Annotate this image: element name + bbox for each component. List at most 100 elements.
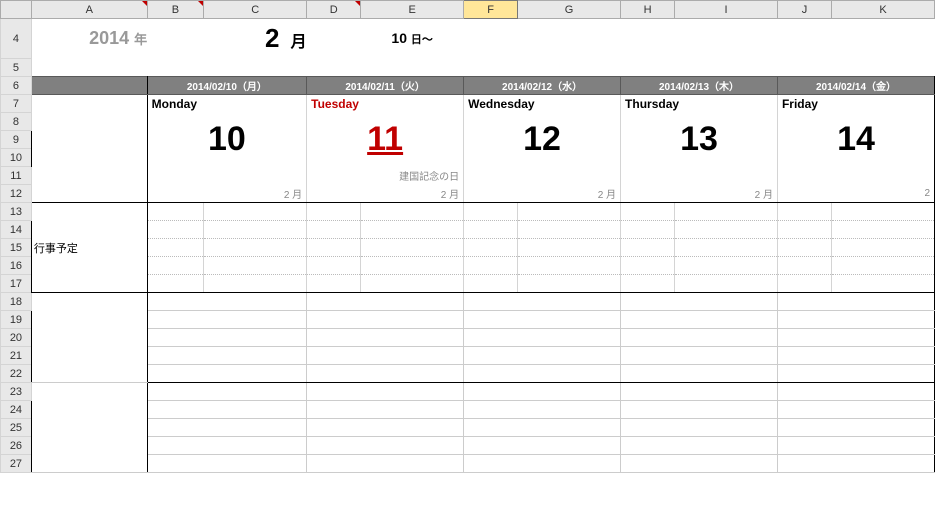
cell[interactable]: [777, 365, 934, 383]
spreadsheet-grid[interactable]: A B C D E F G H I J K 4 2014 年 2 月 10 日～…: [0, 0, 935, 473]
row-header[interactable]: 24: [1, 401, 32, 419]
cell[interactable]: [777, 455, 934, 473]
row-header[interactable]: 18: [1, 293, 32, 311]
cell[interactable]: [675, 275, 778, 293]
cell[interactable]: [464, 239, 518, 257]
cell[interactable]: [307, 203, 361, 221]
cell[interactable]: [31, 95, 147, 113]
month-tag[interactable]: 2 月: [621, 185, 778, 203]
cell[interactable]: [621, 365, 778, 383]
cell[interactable]: [147, 455, 307, 473]
cell[interactable]: [777, 221, 831, 239]
col-header[interactable]: K: [832, 1, 935, 19]
day-number[interactable]: 12: [464, 113, 621, 167]
row-header[interactable]: 14: [1, 221, 32, 239]
cell[interactable]: [147, 239, 204, 257]
cell[interactable]: [518, 275, 621, 293]
cell[interactable]: [147, 383, 307, 401]
cell[interactable]: [464, 383, 621, 401]
date-header[interactable]: 2014/02/12（水）: [464, 77, 621, 95]
row-header[interactable]: 20: [1, 329, 32, 347]
date-header[interactable]: 2014/02/14（金）: [777, 77, 934, 95]
cell[interactable]: [361, 239, 464, 257]
cell[interactable]: [31, 383, 147, 473]
cell[interactable]: [31, 77, 147, 95]
day-note[interactable]: [464, 167, 621, 185]
col-header[interactable]: E: [361, 1, 464, 19]
cell[interactable]: [464, 329, 621, 347]
row-header[interactable]: 19: [1, 311, 32, 329]
cell[interactable]: [464, 419, 621, 437]
row-header[interactable]: 4: [1, 19, 32, 59]
row-header[interactable]: 27: [1, 455, 32, 473]
side-label[interactable]: 行事予定: [31, 203, 147, 293]
cell[interactable]: [832, 221, 935, 239]
cell[interactable]: [204, 221, 307, 239]
cell[interactable]: [777, 275, 831, 293]
cell[interactable]: [621, 257, 675, 275]
cell[interactable]: [307, 239, 361, 257]
cell[interactable]: [777, 293, 934, 311]
cell[interactable]: [464, 203, 518, 221]
row-header[interactable]: 9: [1, 131, 32, 149]
weekday-label-holiday[interactable]: Tuesday: [307, 95, 464, 113]
cell[interactable]: [147, 329, 307, 347]
cell[interactable]: [307, 383, 464, 401]
cell[interactable]: [464, 221, 518, 239]
cell[interactable]: [307, 275, 361, 293]
month-tag[interactable]: 2 月: [307, 185, 464, 203]
cell[interactable]: [777, 311, 934, 329]
cell[interactable]: [777, 401, 934, 419]
row-header[interactable]: 7: [1, 95, 32, 113]
cell[interactable]: [464, 455, 621, 473]
row-header[interactable]: 10: [1, 149, 32, 167]
cell[interactable]: [621, 419, 778, 437]
cell[interactable]: [204, 203, 307, 221]
date-header[interactable]: 2014/02/11（火）: [307, 77, 464, 95]
year-value[interactable]: 2014 年: [31, 19, 147, 59]
row-header[interactable]: 12: [1, 185, 32, 203]
cell[interactable]: [621, 347, 778, 365]
cell[interactable]: [204, 275, 307, 293]
day-note[interactable]: 建国記念の日: [307, 167, 464, 185]
row-header[interactable]: 22: [1, 365, 32, 383]
day-number[interactable]: 13: [621, 113, 778, 167]
weekday-label[interactable]: Thursday: [621, 95, 778, 113]
row-header[interactable]: 23: [1, 383, 32, 401]
cell[interactable]: [147, 203, 204, 221]
cell[interactable]: [307, 257, 361, 275]
weekday-label[interactable]: Friday: [777, 95, 934, 113]
month-tag[interactable]: 2 月: [464, 185, 621, 203]
cell[interactable]: [777, 203, 831, 221]
cell[interactable]: [777, 257, 831, 275]
day-note[interactable]: [777, 167, 934, 185]
column-header-row[interactable]: A B C D E F G H I J K: [1, 1, 935, 19]
col-header[interactable]: A: [31, 1, 147, 19]
col-header-selected[interactable]: F: [464, 1, 518, 19]
day-from[interactable]: 10 日～: [361, 19, 464, 59]
cell[interactable]: [777, 383, 934, 401]
row-header[interactable]: 6: [1, 77, 32, 95]
cell[interactable]: [518, 203, 621, 221]
col-header[interactable]: D: [307, 1, 361, 19]
cell[interactable]: [307, 311, 464, 329]
row-header[interactable]: 25: [1, 419, 32, 437]
weekday-label[interactable]: Wednesday: [464, 95, 621, 113]
day-note[interactable]: [147, 167, 307, 185]
cell[interactable]: [204, 257, 307, 275]
cell[interactable]: [518, 257, 621, 275]
cell[interactable]: [621, 311, 778, 329]
cell[interactable]: [675, 239, 778, 257]
row-header[interactable]: 13: [1, 203, 32, 221]
cell[interactable]: [31, 293, 147, 383]
cell[interactable]: [31, 59, 934, 77]
cell[interactable]: [307, 419, 464, 437]
cell[interactable]: [621, 329, 778, 347]
cell[interactable]: [832, 275, 935, 293]
month-tag[interactable]: 2: [777, 185, 934, 203]
select-all-corner[interactable]: [1, 1, 32, 19]
cell[interactable]: [621, 221, 675, 239]
cell[interactable]: [147, 419, 307, 437]
row-header[interactable]: 15: [1, 239, 32, 257]
cell[interactable]: [147, 347, 307, 365]
